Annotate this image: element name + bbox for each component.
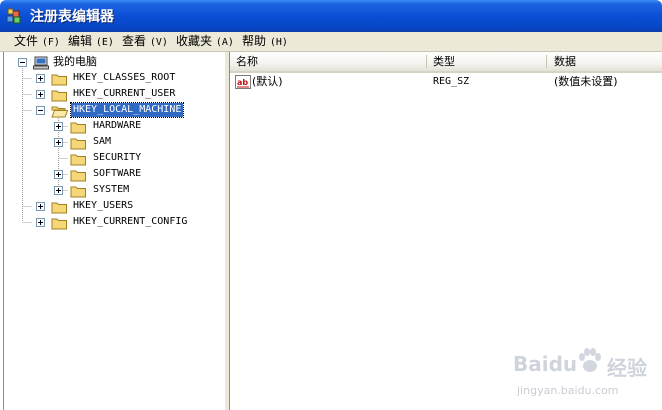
svg-text:ab: ab [237, 78, 248, 87]
tree-node-label: HKEY_CURRENT_USER [73, 88, 176, 99]
registry-editor-icon [6, 8, 21, 24]
expand-icon[interactable] [36, 90, 45, 99]
tree-node-software[interactable]: SOFTWARE [54, 167, 219, 183]
folder-icon [70, 186, 86, 198]
tree-node-label: 我的电脑 [53, 55, 97, 68]
tree-node-hkey-classes-root[interactable]: HKEY_CLASSES_ROOT [34, 71, 219, 87]
tree-node-my-computer[interactable]: 我的电脑 [16, 55, 216, 71]
column-header-name[interactable]: 名称 [230, 52, 426, 71]
tree-node-label: SAM [93, 136, 112, 147]
menu-view-key: (V) [149, 37, 168, 48]
value-data: (数值未设置) [554, 75, 618, 88]
tree-node-label: HKEY_LOCAL_MACHINE [69, 102, 185, 118]
value-type: REG_SZ [433, 76, 470, 87]
open-folder-icon [51, 106, 68, 118]
folder-icon [70, 170, 86, 182]
menu-file[interactable]: 文件 (F) [14, 34, 60, 49]
tree-node-hkey-current-user[interactable]: HKEY_CURRENT_USER [34, 87, 219, 103]
expand-icon[interactable] [54, 186, 63, 195]
tree-node-security[interactable]: SECURITY [54, 151, 219, 167]
tree-node-hkey-local-machine[interactable]: HKEY_LOCAL_MACHINE [34, 102, 219, 119]
menu-help-key: (H) [269, 37, 288, 48]
tree-node-label: HARDWARE [93, 120, 142, 131]
list-header: 名称 类型 数据 [230, 52, 662, 73]
menu-edit[interactable]: 编辑 (E) [68, 34, 114, 49]
column-header-type[interactable]: 类型 [427, 52, 543, 71]
column-separator[interactable] [546, 55, 547, 68]
menu-file-key: (F) [41, 37, 60, 48]
expand-icon[interactable] [36, 74, 45, 83]
tree-node-label: HKEY_USERS [73, 200, 134, 211]
tree-node-label: SOFTWARE [93, 168, 142, 179]
watermark-brand-cn: 经验 [607, 356, 647, 380]
menu-bar: 文件 (F) 编辑 (E) 查看 (V) 收藏夹 (A) 帮助 (H) [0, 32, 662, 52]
tree-node-system[interactable]: SYSTEM [54, 183, 219, 199]
folder-icon [51, 202, 67, 214]
expand-icon[interactable] [36, 218, 45, 227]
computer-icon [33, 56, 49, 70]
string-value-icon: ab [235, 75, 251, 89]
tree-node-label: SYSTEM [93, 184, 130, 195]
title-bar[interactable]: 注册表编辑器 [0, 0, 662, 32]
table-row[interactable]: ab (默认) REG_SZ (数值未设置) [230, 74, 662, 90]
folder-icon [51, 90, 67, 102]
expand-icon[interactable] [36, 202, 45, 211]
baidu-watermark: Baidu 经验 jingyan.baidu.com [495, 340, 660, 400]
column-header-data[interactable]: 数据 [548, 52, 662, 71]
collapse-icon[interactable] [18, 58, 27, 67]
folder-icon [70, 154, 86, 166]
folder-icon [70, 122, 86, 134]
menu-view-label: 查看 [122, 34, 147, 48]
window-title: 注册表编辑器 [30, 9, 114, 25]
menu-file-label: 文件 [14, 34, 39, 48]
tree-node-label: HKEY_CLASSES_ROOT [73, 72, 176, 83]
tree-node-hkey-current-config[interactable]: HKEY_CURRENT_CONFIG [34, 215, 219, 231]
menu-favorites-key: (A) [215, 37, 234, 48]
expand-icon[interactable] [54, 170, 63, 179]
menu-favorites-label: 收藏夹 [176, 34, 213, 48]
menu-edit-key: (E) [95, 37, 114, 48]
tree-node-hardware[interactable]: HARDWARE [54, 119, 219, 135]
menu-edit-label: 编辑 [68, 34, 93, 48]
menu-favorites[interactable]: 收藏夹 (A) [176, 34, 234, 49]
expand-icon[interactable] [54, 122, 63, 131]
folder-icon [51, 218, 67, 230]
value-name: (默认) [252, 75, 283, 88]
menu-view[interactable]: 查看 (V) [122, 34, 168, 49]
tree-node-label: HKEY_CURRENT_CONFIG [73, 216, 188, 227]
tree-node-label: SECURITY [93, 152, 142, 163]
collapse-icon[interactable] [36, 106, 45, 115]
watermark-brand: Baidu [513, 352, 578, 376]
watermark-url: jingyan.baidu.com [517, 384, 619, 397]
tree-node-hkey-users[interactable]: HKEY_USERS [34, 199, 219, 215]
tree-node-sam[interactable]: SAM [54, 135, 219, 151]
registry-tree[interactable]: 我的电脑 HKEY_CLASSES_ROOT HKEY_CURRENT_USER… [3, 52, 226, 410]
menu-help-label: 帮助 [242, 34, 267, 48]
menu-help[interactable]: 帮助 (H) [242, 34, 288, 49]
folder-icon [51, 74, 67, 86]
paw-icon [579, 348, 601, 372]
folder-icon [70, 138, 86, 150]
expand-icon[interactable] [54, 138, 63, 147]
